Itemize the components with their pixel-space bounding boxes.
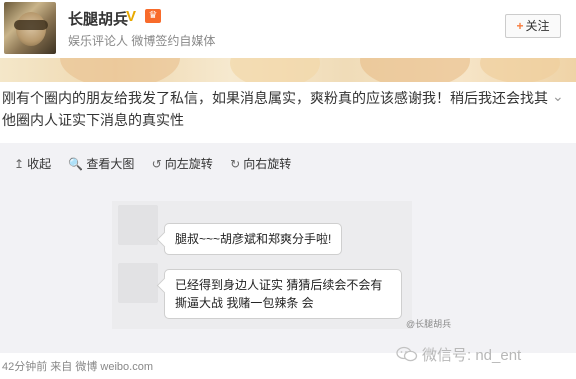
view-large-button[interactable]: 🔍 查看大图: [68, 155, 134, 172]
collapse-button[interactable]: ↥ 收起: [14, 155, 51, 172]
rotate-right-button[interactable]: ↻ 向右旋转: [230, 155, 291, 172]
media-viewer: ↥ 收起 🔍 查看大图 ↺ 向左旋转 ↻ 向右旋转 腿叔~~~胡彦斌和郑爽分手啦! 已经…: [0, 143, 576, 353]
plus-icon: +: [516, 19, 524, 33]
decorative-banner: [0, 58, 576, 82]
collapse-label: 收起: [27, 157, 52, 171]
follow-button[interactable]: + 关注: [505, 14, 561, 38]
verified-icon: V: [126, 8, 137, 25]
banner-shape: [230, 58, 320, 82]
rotate-right-label: 向右旋转: [243, 157, 292, 171]
post-content: 刚有个圈内的朋友给我发了私信，如果消息属实，爽粉真的应该感谢我！稍后我还会找其他…: [2, 90, 548, 128]
chat-message-1: 腿叔~~~胡彦斌和郑爽分手啦!: [175, 232, 332, 246]
post-header: 长腿胡兵 V ♛ 娱乐评论人 微博签约自媒体 + 关注: [0, 0, 576, 60]
chat-avatar: [118, 263, 158, 303]
rotate-left-label: 向左旋转: [164, 157, 213, 171]
wechat-id-text: 微信号: nd_ent: [422, 347, 522, 364]
wechat-watermark: 微信号: nd_ent: [396, 344, 521, 365]
username-link[interactable]: 长腿胡兵: [68, 8, 128, 29]
chat-message-2: 已经得到身边人证实 猜猜后续会不会有撕逼大战 我赌一包辣条 会: [175, 278, 383, 310]
post-meta: 42分钟前 来自 微博 weibo.com: [2, 361, 153, 373]
banner-shape: [480, 58, 560, 82]
follow-label: 关注: [525, 19, 550, 33]
user-avatar[interactable]: [4, 2, 56, 54]
view-large-label: 查看大图: [86, 157, 135, 171]
chevron-down-icon[interactable]: ⌄: [552, 88, 564, 105]
rotate-left-button[interactable]: ↺ 向左旋转: [152, 155, 213, 172]
banner-shape: [60, 58, 180, 82]
wechat-icon: [396, 346, 418, 362]
zoom-icon: 🔍: [68, 157, 84, 171]
chat-screenshot-image[interactable]: 腿叔~~~胡彦斌和郑爽分手啦! 已经得到身边人证实 猜猜后续会不会有撕逼大战 我…: [112, 201, 412, 329]
banner-shape: [360, 58, 470, 82]
media-toolbar: ↥ 收起 🔍 查看大图 ↺ 向左旋转 ↻ 向右旋转: [14, 155, 305, 171]
chat-avatar: [118, 205, 158, 245]
user-bio: 娱乐评论人 微博签约自媒体: [68, 34, 216, 48]
avatar-mask: [14, 20, 48, 30]
collapse-icon: ↥: [14, 157, 25, 171]
rotate-right-icon: ↻: [230, 157, 241, 171]
vip-crown-icon: ♛: [145, 9, 161, 23]
rotate-left-icon: ↺: [151, 157, 162, 171]
image-watermark: @长腿胡兵: [406, 319, 452, 329]
chat-bubble-2: 已经得到身边人证实 猜猜后续会不会有撕逼大战 我赌一包辣条 会: [164, 269, 402, 319]
chat-bubble-1: 腿叔~~~胡彦斌和郑爽分手啦!: [164, 223, 343, 255]
